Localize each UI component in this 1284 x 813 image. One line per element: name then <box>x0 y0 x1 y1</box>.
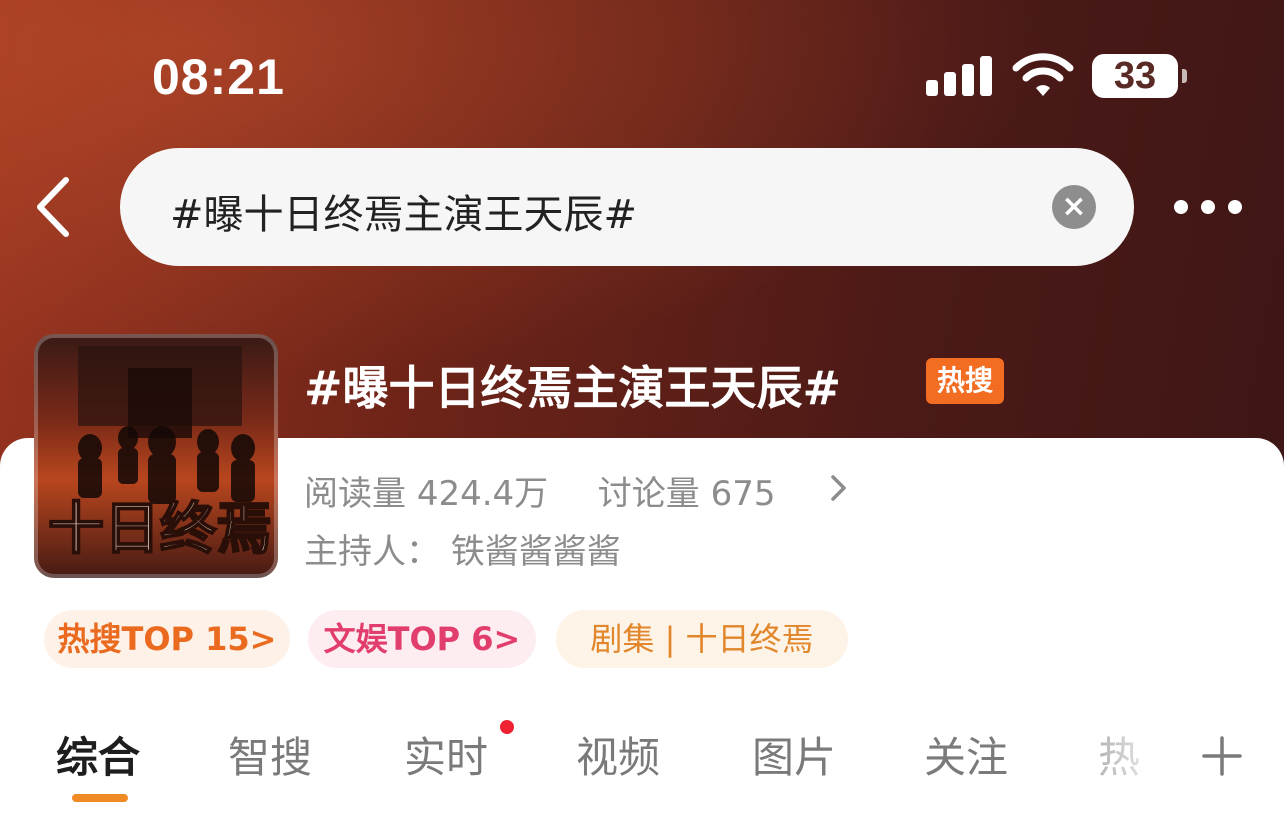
tag-arrow: > <box>493 620 521 658</box>
battery-icon: 33 <box>1092 54 1187 98</box>
cover-title-text: 十日终焉 <box>48 496 272 562</box>
wifi-icon <box>1012 53 1074 96</box>
entertainment-rank-tag[interactable]: 文娱TOP 6> <box>308 610 536 668</box>
add-tab-icon[interactable] <box>1200 734 1244 778</box>
hot-search-rank-tag[interactable]: 热搜TOP 15> <box>44 610 290 668</box>
tab-smart-search[interactable]: 智搜 <box>228 724 312 785</box>
active-tab-indicator <box>72 794 128 802</box>
tag-arrow: > <box>249 620 277 658</box>
cover-illustration: 十日终焉 <box>47 346 273 563</box>
clear-icon[interactable]: × <box>1052 185 1096 229</box>
more-icon[interactable] <box>1172 196 1244 220</box>
tab-following[interactable]: 关注 <box>924 724 1008 785</box>
notification-dot <box>500 720 514 734</box>
topic-title: #曝十日终焉主演王天辰# <box>304 361 842 415</box>
discussions-value: 675 <box>710 474 776 514</box>
hot-badge: 热搜 <box>926 358 1004 404</box>
reads-value: 424.4万 <box>416 474 549 514</box>
back-arrow-icon[interactable] <box>28 172 78 242</box>
host-label: 主持人： <box>304 532 440 572</box>
tag-label: 热搜TOP 15 <box>57 620 250 658</box>
reads-label: 阅读量 <box>304 474 406 514</box>
search-query[interactable]: #曝十日终焉主演王天辰# <box>170 182 637 240</box>
drama-tag[interactable]: 剧集 | 十日终焉 <box>556 610 848 668</box>
discussions-label: 讨论量 <box>597 474 700 514</box>
chevron-right-icon[interactable] <box>828 474 850 502</box>
host-info: 主持人： 铁酱酱酱酱 <box>304 524 621 573</box>
signal-icon <box>926 56 992 96</box>
tag-label: 文娱TOP 6 <box>323 620 494 658</box>
host-name[interactable]: 铁酱酱酱酱 <box>451 532 621 572</box>
topic-cover-image[interactable]: 十日终焉 <box>34 334 278 578</box>
tab-images[interactable]: 图片 <box>752 724 836 785</box>
tab-video[interactable]: 视频 <box>576 724 660 785</box>
topic-stats[interactable]: 阅读量 424.4万 讨论量 675 <box>304 466 776 515</box>
search-input[interactable]: #曝十日终焉主演王天辰# × <box>120 148 1134 266</box>
tab-realtime[interactable]: 实时 <box>404 724 488 785</box>
tag-label: 剧集 | 十日终焉 <box>590 620 814 658</box>
status-time: 08:21 <box>152 49 285 105</box>
battery-level: 33 <box>1113 54 1157 97</box>
tab-comprehensive[interactable]: 综合 <box>56 724 140 785</box>
tabs-fade-overlay <box>1040 710 1200 813</box>
